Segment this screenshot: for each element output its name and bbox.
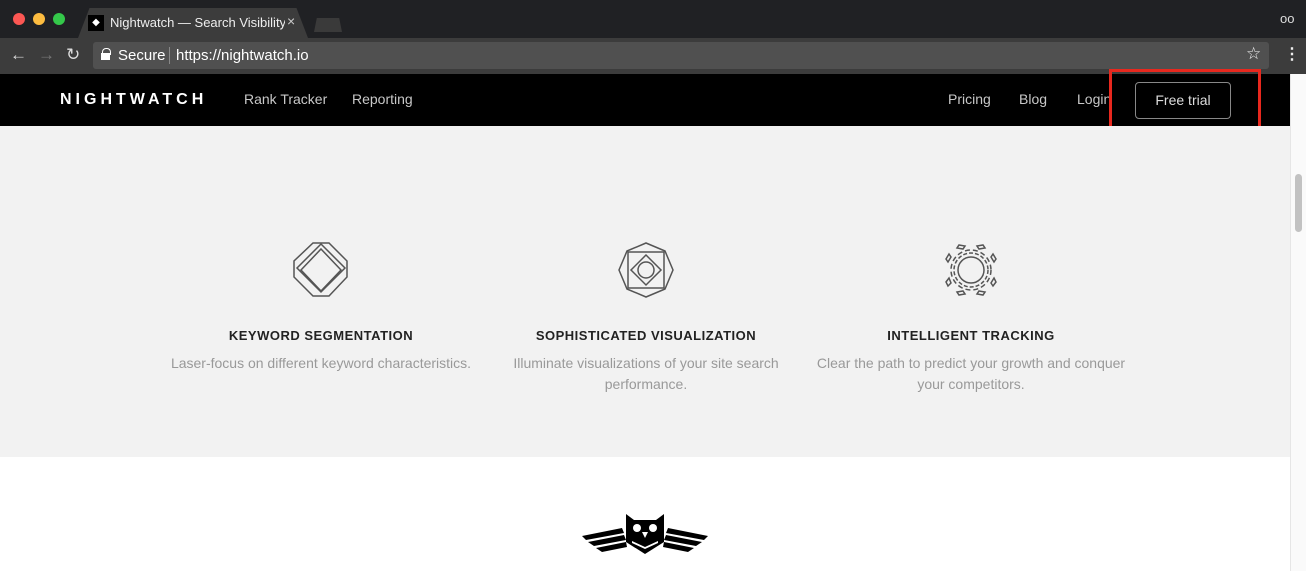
- feature-description: Laser-focus on different keyword charact…: [170, 355, 472, 371]
- browser-menu-icon[interactable]: ⋮: [1284, 44, 1300, 64]
- circle-ring-icon: [945, 244, 997, 296]
- owl-logo-icon: [582, 514, 708, 554]
- scrollbar-thumb[interactable]: [1295, 174, 1302, 232]
- forward-icon[interactable]: →: [38, 45, 55, 65]
- minimize-window-button[interactable]: [33, 13, 45, 25]
- feature-description: Illuminate visualizations of your site s…: [513, 355, 779, 392]
- nav-link-reporting[interactable]: Reporting: [352, 91, 413, 107]
- page-scrollbar[interactable]: [1290, 74, 1306, 571]
- bookmark-star-icon[interactable]: ☆: [1246, 44, 1261, 64]
- nav-link-rank-tracker[interactable]: Rank Tracker: [244, 91, 327, 107]
- feature-title: INTELLIGENT TRACKING: [887, 328, 1055, 343]
- site-logo[interactable]: NIGHTWATCH: [60, 91, 207, 109]
- security-label: Secure: [118, 47, 166, 64]
- nav-link-pricing[interactable]: Pricing: [948, 91, 991, 107]
- feature-intelligent-tracking: INTELLIGENT TRACKING Clear the path to p…: [811, 240, 1131, 395]
- incognito-icon: oo: [1280, 11, 1295, 26]
- feature-title: KEYWORD SEGMENTATION: [228, 328, 414, 343]
- new-tab-button[interactable]: [314, 18, 342, 32]
- close-window-button[interactable]: [13, 13, 25, 25]
- feature-title: SOPHISTICATED VISUALIZATION: [535, 328, 757, 343]
- octagon-square-icon: [618, 242, 674, 298]
- feature-description: Clear the path to predict your growth an…: [816, 355, 1126, 392]
- back-icon[interactable]: ←: [10, 45, 27, 65]
- url-text[interactable]: https://nightwatch.io: [176, 47, 309, 64]
- omnibox-divider: [169, 47, 170, 64]
- nav-link-login[interactable]: Login: [1077, 91, 1109, 107]
- reload-icon[interactable]: ↻: [66, 45, 80, 65]
- lock-icon: [101, 48, 111, 60]
- tab-title[interactable]: Nightwatch — Search Visibility: [110, 15, 285, 30]
- nav-link-blog[interactable]: Blog: [1019, 91, 1047, 107]
- feature-keyword-segmentation: KEYWORD SEGMENTATION Laser-focus on diff…: [161, 240, 481, 374]
- diamond-icon: [293, 242, 348, 297]
- maximize-window-button[interactable]: [53, 13, 65, 25]
- owl-favicon-icon: ◆: [88, 15, 104, 31]
- feature-sophisticated-visualization: SOPHISTICATED VISUALIZATION Illuminate v…: [486, 240, 806, 395]
- tab-close-icon[interactable]: ×: [287, 13, 295, 29]
